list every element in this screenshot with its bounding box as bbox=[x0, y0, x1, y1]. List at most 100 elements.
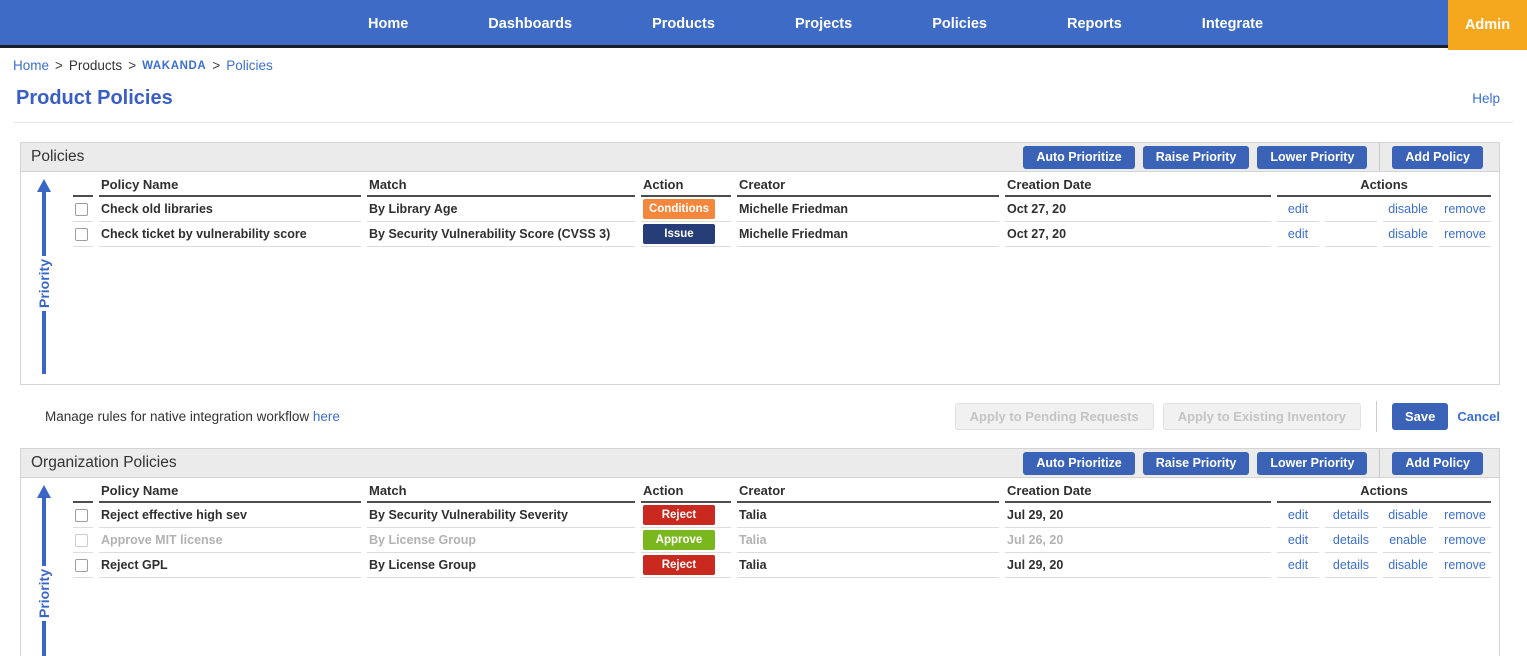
row-checkbox[interactable] bbox=[75, 228, 88, 241]
action-badge[interactable]: Issue bbox=[643, 224, 715, 244]
auto-prioritize-button[interactable]: Auto Prioritize bbox=[1023, 452, 1134, 475]
policy-name-cell: Reject effective high sev bbox=[99, 503, 361, 528]
match-cell: By Security Vulnerability Score (CVSS 3) bbox=[367, 222, 635, 247]
policy-name-cell: Check ticket by vulnerability score bbox=[99, 222, 361, 247]
breadcrumb-separator: > bbox=[128, 58, 136, 73]
details-link[interactable]: details bbox=[1333, 508, 1369, 522]
row-checkbox[interactable] bbox=[75, 203, 88, 216]
edit-link[interactable]: edit bbox=[1288, 227, 1308, 241]
row-checkbox[interactable] bbox=[75, 559, 88, 572]
main-nav: Home Dashboards Products Projects Polici… bbox=[0, 0, 1527, 48]
actions-header: Actions bbox=[1277, 173, 1491, 197]
table-row: Reject GPL By License Group Reject Talia… bbox=[73, 553, 1491, 578]
policy-name-header: Policy Name bbox=[99, 479, 361, 503]
breadcrumb-policies[interactable]: Policies bbox=[226, 58, 273, 73]
organization-policies-table: Policy Name Match Action Creator Creatio… bbox=[67, 479, 1497, 578]
priority-axis: Priority bbox=[21, 172, 67, 384]
section-title-organization-policies: Organization Policies bbox=[31, 454, 177, 472]
edit-link[interactable]: edit bbox=[1288, 558, 1308, 572]
table-header-row: Policy Name Match Action Creator Creatio… bbox=[73, 479, 1491, 503]
nav-products[interactable]: Products bbox=[614, 16, 753, 32]
help-link[interactable]: Help bbox=[1472, 91, 1500, 106]
creator-cell: Michelle Friedman bbox=[737, 222, 999, 247]
nav-dashboards[interactable]: Dashboards bbox=[450, 16, 610, 32]
lower-priority-button[interactable]: Lower Priority bbox=[1257, 452, 1367, 475]
action-badge[interactable]: Reject bbox=[643, 555, 715, 575]
creation-date-cell: Jul 26, 20 bbox=[1005, 528, 1271, 553]
nav-reports[interactable]: Reports bbox=[1029, 16, 1160, 32]
action-badge[interactable]: Approve bbox=[643, 530, 715, 550]
edit-link[interactable]: edit bbox=[1288, 202, 1308, 216]
enable-link[interactable]: enable bbox=[1389, 533, 1427, 547]
row-checkbox[interactable] bbox=[75, 534, 88, 547]
add-policy-button[interactable]: Add Policy bbox=[1392, 452, 1483, 475]
priority-axis: Priority bbox=[21, 478, 67, 656]
priority-label: Priority bbox=[36, 259, 52, 308]
product-policies-table: Policy Name Match Action Creator Creatio… bbox=[67, 173, 1497, 247]
checkbox-column-header bbox=[73, 479, 93, 503]
policy-name-cell: Reject GPL bbox=[99, 553, 361, 578]
action-header: Action bbox=[641, 479, 731, 503]
edit-link[interactable]: edit bbox=[1288, 508, 1308, 522]
table-row: Check ticket by vulnerability score By S… bbox=[73, 222, 1491, 247]
edit-link[interactable]: edit bbox=[1288, 533, 1308, 547]
row-checkbox[interactable] bbox=[75, 509, 88, 522]
workflow-here-link[interactable]: here bbox=[313, 409, 340, 424]
details-cell-empty bbox=[1325, 222, 1377, 247]
nav-policies[interactable]: Policies bbox=[894, 16, 1025, 32]
section-title-policies: Policies bbox=[31, 148, 84, 166]
priority-line bbox=[42, 621, 46, 656]
actions-header: Actions bbox=[1277, 479, 1491, 503]
workflow-text-label: Manage rules for native integration work… bbox=[45, 409, 309, 424]
table-row: Check old libraries By Library Age Condi… bbox=[73, 197, 1491, 222]
creator-header: Creator bbox=[737, 479, 999, 503]
breadcrumb-home[interactable]: Home bbox=[13, 58, 49, 73]
disable-link[interactable]: disable bbox=[1388, 202, 1428, 216]
remove-link[interactable]: remove bbox=[1444, 202, 1486, 216]
breadcrumb-product-name[interactable]: WAKANDA bbox=[142, 60, 206, 72]
apply-existing-inventory-button[interactable]: Apply to Existing Inventory bbox=[1163, 403, 1361, 430]
organization-policies-section: Organization Policies Auto Prioritize Ra… bbox=[20, 448, 1500, 656]
admin-menu[interactable]: Admin bbox=[1448, 0, 1527, 50]
raise-priority-button[interactable]: Raise Priority bbox=[1143, 146, 1250, 169]
creation-date-header: Creation Date bbox=[1005, 173, 1271, 197]
nav-integrate[interactable]: Integrate bbox=[1164, 16, 1301, 32]
disable-link[interactable]: disable bbox=[1388, 227, 1428, 241]
creation-date-cell: Jul 29, 20 bbox=[1005, 553, 1271, 578]
cancel-link[interactable]: Cancel bbox=[1457, 409, 1500, 424]
disable-link[interactable]: disable bbox=[1388, 508, 1428, 522]
table-row: Reject effective high sev By Security Vu… bbox=[73, 503, 1491, 528]
remove-link[interactable]: remove bbox=[1444, 533, 1486, 547]
policy-name-cell: Approve MIT license bbox=[99, 528, 361, 553]
details-link[interactable]: details bbox=[1333, 533, 1369, 547]
policy-name-cell: Check old libraries bbox=[99, 197, 361, 222]
remove-link[interactable]: remove bbox=[1444, 227, 1486, 241]
remove-link[interactable]: remove bbox=[1444, 508, 1486, 522]
add-policy-button[interactable]: Add Policy bbox=[1392, 146, 1483, 169]
action-badge[interactable]: Conditions bbox=[643, 199, 715, 219]
action-badge[interactable]: Reject bbox=[643, 505, 715, 525]
checkbox-column-header bbox=[73, 173, 93, 197]
auto-prioritize-button[interactable]: Auto Prioritize bbox=[1023, 146, 1134, 169]
disable-link[interactable]: disable bbox=[1388, 558, 1428, 572]
priority-label: Priority bbox=[36, 569, 52, 618]
apply-pending-requests-button[interactable]: Apply to Pending Requests bbox=[955, 403, 1154, 430]
workflow-bar: Manage rules for native integration work… bbox=[20, 400, 1500, 432]
match-cell: By License Group bbox=[367, 528, 635, 553]
match-header: Match bbox=[367, 479, 635, 503]
nav-home[interactable]: Home bbox=[330, 16, 446, 32]
priority-line bbox=[42, 192, 46, 256]
remove-link[interactable]: remove bbox=[1444, 558, 1486, 572]
save-button[interactable]: Save bbox=[1392, 403, 1448, 430]
priority-arrowhead-icon bbox=[37, 179, 51, 192]
details-link[interactable]: details bbox=[1333, 558, 1369, 572]
workflow-text: Manage rules for native integration work… bbox=[45, 409, 340, 424]
creator-cell: Talia bbox=[737, 553, 999, 578]
lower-priority-button[interactable]: Lower Priority bbox=[1257, 146, 1367, 169]
nav-projects[interactable]: Projects bbox=[757, 16, 890, 32]
product-policies-header: Policies Auto Prioritize Raise Priority … bbox=[20, 142, 1500, 172]
priority-arrowhead-icon bbox=[37, 485, 51, 498]
raise-priority-button[interactable]: Raise Priority bbox=[1143, 452, 1250, 475]
breadcrumb-separator: > bbox=[55, 58, 63, 73]
policy-name-header: Policy Name bbox=[99, 173, 361, 197]
